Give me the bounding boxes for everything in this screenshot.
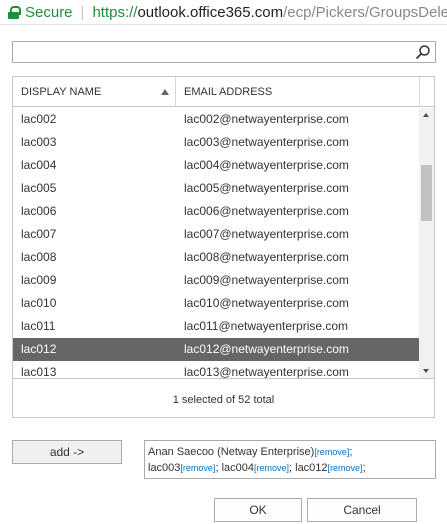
url-scheme: https:// <box>92 3 138 21</box>
url-host: outlook.office365.com <box>137 3 284 21</box>
selection-status: 1 selected of 52 total <box>13 378 434 417</box>
table-row[interactable]: lac009 lac009@netwayenterprise.com <box>13 269 419 292</box>
url-path: /ecp/Pickers/GroupsDelega <box>283 3 447 21</box>
recipient-item: Anan Saecoo (Netway Enterprise)[remove] <box>148 446 349 458</box>
email-cell: lac010@netwayenterprise.com <box>184 296 349 310</box>
recipient-item: lac012[remove] <box>295 462 362 474</box>
display-name-cell: lac005 <box>21 181 57 195</box>
recipient-name: lac012 <box>295 462 328 474</box>
remove-recipient-link[interactable]: [remove] <box>314 447 349 457</box>
display-name-cell: lac010 <box>21 296 57 310</box>
people-list: DISPLAY NAME EMAIL ADDRESS lac002 lac002@… <box>12 76 435 418</box>
email-cell: lac008@netwayenterprise.com <box>184 250 349 264</box>
display-name-cell: lac006 <box>21 204 57 218</box>
display-name-cell: lac008 <box>21 250 57 264</box>
display-name-cell: lac012 <box>21 342 57 356</box>
vertical-scrollbar[interactable] <box>419 108 434 378</box>
add-button[interactable]: add -> <box>12 440 122 464</box>
email-cell: lac012@netwayenterprise.com <box>184 342 349 356</box>
display-name-cell: lac013 <box>21 365 57 378</box>
email-cell: lac002@netwayenterprise.com <box>184 112 349 126</box>
selected-recipients: Anan Saecoo (Netway Enterprise)[remove];… <box>144 440 436 479</box>
address-bar[interactable]: Secure | https:// outlook.office365.com … <box>0 0 447 25</box>
remove-recipient-link[interactable]: [remove] <box>328 463 363 473</box>
scrollbar-thumb[interactable] <box>421 165 432 221</box>
recipient-name: Anan Saecoo (Netway Enterprise) <box>148 446 315 458</box>
recipient-item: lac004[remove] <box>222 462 289 474</box>
scroll-down-arrow-icon[interactable] <box>419 363 434 378</box>
table-row[interactable]: lac006 lac006@netwayenterprise.com <box>13 200 419 223</box>
secure-label: Secure <box>25 3 73 21</box>
scroll-up-arrow-icon[interactable] <box>419 108 434 123</box>
list-header: DISPLAY NAME EMAIL ADDRESS <box>13 77 434 107</box>
display-name-cell: lac004 <box>21 158 57 172</box>
table-row[interactable]: lac003 lac003@netwayenterprise.com <box>13 131 419 154</box>
lock-icon <box>8 5 21 19</box>
search-icon[interactable] <box>415 44 431 60</box>
recipient-item: lac003[remove] <box>148 462 215 474</box>
table-row[interactable]: lac008 lac008@netwayenterprise.com <box>13 246 419 269</box>
email-cell: lac011@netwayenterprise.com <box>184 319 349 333</box>
display-name-cell: lac002 <box>21 112 57 126</box>
display-name-cell: lac011 <box>21 319 56 333</box>
table-row[interactable]: lac007 lac007@netwayenterprise.com <box>13 223 419 246</box>
search-input[interactable] <box>13 42 408 62</box>
search-box[interactable] <box>12 41 436 63</box>
column-header-email-address[interactable]: EMAIL ADDRESS <box>176 77 420 107</box>
display-name-cell: lac009 <box>21 273 57 287</box>
email-cell: lac004@netwayenterprise.com <box>184 158 349 172</box>
table-row[interactable]: lac011 lac011@netwayenterprise.com <box>13 315 419 338</box>
table-row[interactable]: lac004 lac004@netwayenterprise.com <box>13 154 419 177</box>
column-header-label: EMAIL ADDRESS <box>184 86 273 98</box>
table-row[interactable]: lac012 lac012@netwayenterprise.com <box>13 338 419 361</box>
email-cell: lac006@netwayenterprise.com <box>184 204 349 218</box>
cancel-button[interactable]: Cancel <box>307 498 417 522</box>
sort-ascending-icon <box>161 89 169 95</box>
table-row[interactable]: lac010 lac010@netwayenterprise.com <box>13 292 419 315</box>
email-cell: lac003@netwayenterprise.com <box>184 135 349 149</box>
list-rows: lac002 lac002@netwayenterprise.com lac003 l… <box>13 108 419 378</box>
table-row[interactable]: lac013 lac013@netwayenterprise.com <box>13 361 419 378</box>
column-header-label: DISPLAY NAME <box>21 86 102 98</box>
table-row[interactable]: lac005 lac005@netwayenterprise.com <box>13 177 419 200</box>
recipient-name: lac003 <box>148 462 181 474</box>
display-name-cell: lac003 <box>21 135 57 149</box>
table-row[interactable]: lac002 lac002@netwayenterprise.com <box>13 108 419 131</box>
display-name-cell: lac007 <box>21 227 57 241</box>
column-header-display-name[interactable]: DISPLAY NAME <box>13 77 176 107</box>
recipient-name: lac004 <box>221 462 254 474</box>
email-cell: lac013@netwayenterprise.com <box>184 365 349 378</box>
remove-recipient-link[interactable]: [remove] <box>254 463 289 473</box>
address-separator: | <box>80 3 85 21</box>
remove-recipient-link[interactable]: [remove] <box>180 463 215 473</box>
email-cell: lac007@netwayenterprise.com <box>184 227 349 241</box>
ok-button[interactable]: OK <box>214 498 302 522</box>
email-cell: lac005@netwayenterprise.com <box>184 181 349 195</box>
email-cell: lac009@netwayenterprise.com <box>184 273 349 287</box>
